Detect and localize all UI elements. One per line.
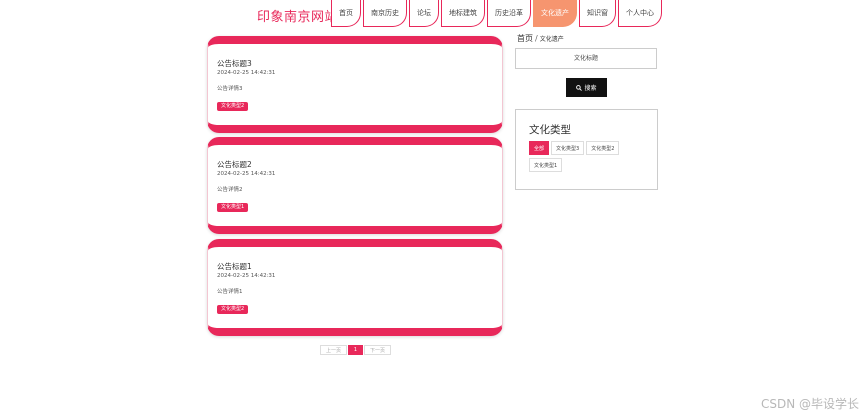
search-input[interactable] [515, 48, 657, 69]
card-detail: 公告详情2 [217, 187, 243, 193]
nav-item-personal-center[interactable]: 个人中心 [618, 0, 662, 27]
nav-item-history-evolution[interactable]: 历史沿革 [487, 0, 531, 27]
card-type-badge[interactable]: 文化类型2 [217, 305, 249, 314]
nav-item-landmarks[interactable]: 地标建筑 [441, 0, 485, 27]
card-title: 公告标题2 [217, 160, 252, 169]
search-button-label: 搜索 [584, 85, 597, 92]
site-title: 印象南京网站 [257, 10, 339, 25]
announcement-card[interactable]: 公告标题1 2024-02-25 14:42:31 公告详情1 文化类型2 [207, 239, 503, 336]
nav-item-home[interactable]: 首页 [331, 0, 361, 27]
card-date: 2024-02-25 14:42:31 [217, 273, 276, 279]
current-page-button[interactable]: 1 [348, 345, 363, 355]
nav-item-cultural-heritage[interactable]: 文化遗产 [533, 0, 577, 27]
search-icon [576, 84, 583, 91]
card-type-badge[interactable]: 文化类型1 [217, 203, 249, 212]
nav-item-knowledge[interactable]: 知识窗 [579, 0, 616, 27]
pagination: 上一页 1 下一页 [320, 345, 392, 355]
prev-page-button[interactable]: 上一页 [320, 345, 347, 355]
card-detail: 公告详情3 [217, 86, 243, 92]
type-tag-all[interactable]: 全部 [529, 141, 550, 155]
next-page-button[interactable]: 下一页 [364, 345, 391, 355]
search-button[interactable]: 搜索 [566, 78, 607, 97]
culture-type-panel: 文化类型 全部 文化类型3 文化类型2 文化类型1 [515, 109, 658, 190]
culture-type-tags: 全部 文化类型3 文化类型2 文化类型1 [529, 141, 649, 175]
announcement-card[interactable]: 公告标题3 2024-02-25 14:42:31 公告详情3 文化类型2 [207, 36, 503, 133]
nav-item-nanjing-history[interactable]: 南京历史 [363, 0, 407, 27]
breadcrumb-separator: / [535, 34, 538, 43]
card-detail: 公告详情1 [217, 289, 243, 295]
type-tag[interactable]: 文化类型1 [529, 158, 563, 172]
card-type-badge[interactable]: 文化类型2 [217, 102, 249, 111]
type-tag[interactable]: 文化类型3 [551, 141, 585, 155]
watermark: CSDN @毕设学长 [760, 397, 859, 411]
card-title: 公告标题1 [217, 262, 252, 271]
main-nav: 首页 南京历史 论坛 地标建筑 历史沿革 文化遗产 知识窗 个人中心 [331, 0, 664, 28]
card-date: 2024-02-25 14:42:31 [217, 171, 276, 177]
culture-type-title: 文化类型 [529, 124, 571, 136]
card-title: 公告标题3 [217, 59, 252, 68]
breadcrumb-current: 文化遗产 [539, 36, 564, 43]
breadcrumb: 首页 / 文化遗产 [517, 33, 564, 44]
breadcrumb-home-link[interactable]: 首页 [517, 34, 533, 43]
announcement-card[interactable]: 公告标题2 2024-02-25 14:42:31 公告详情2 文化类型1 [207, 137, 503, 234]
card-date: 2024-02-25 14:42:31 [217, 70, 276, 76]
type-tag[interactable]: 文化类型2 [586, 141, 620, 155]
nav-item-forum[interactable]: 论坛 [409, 0, 439, 27]
